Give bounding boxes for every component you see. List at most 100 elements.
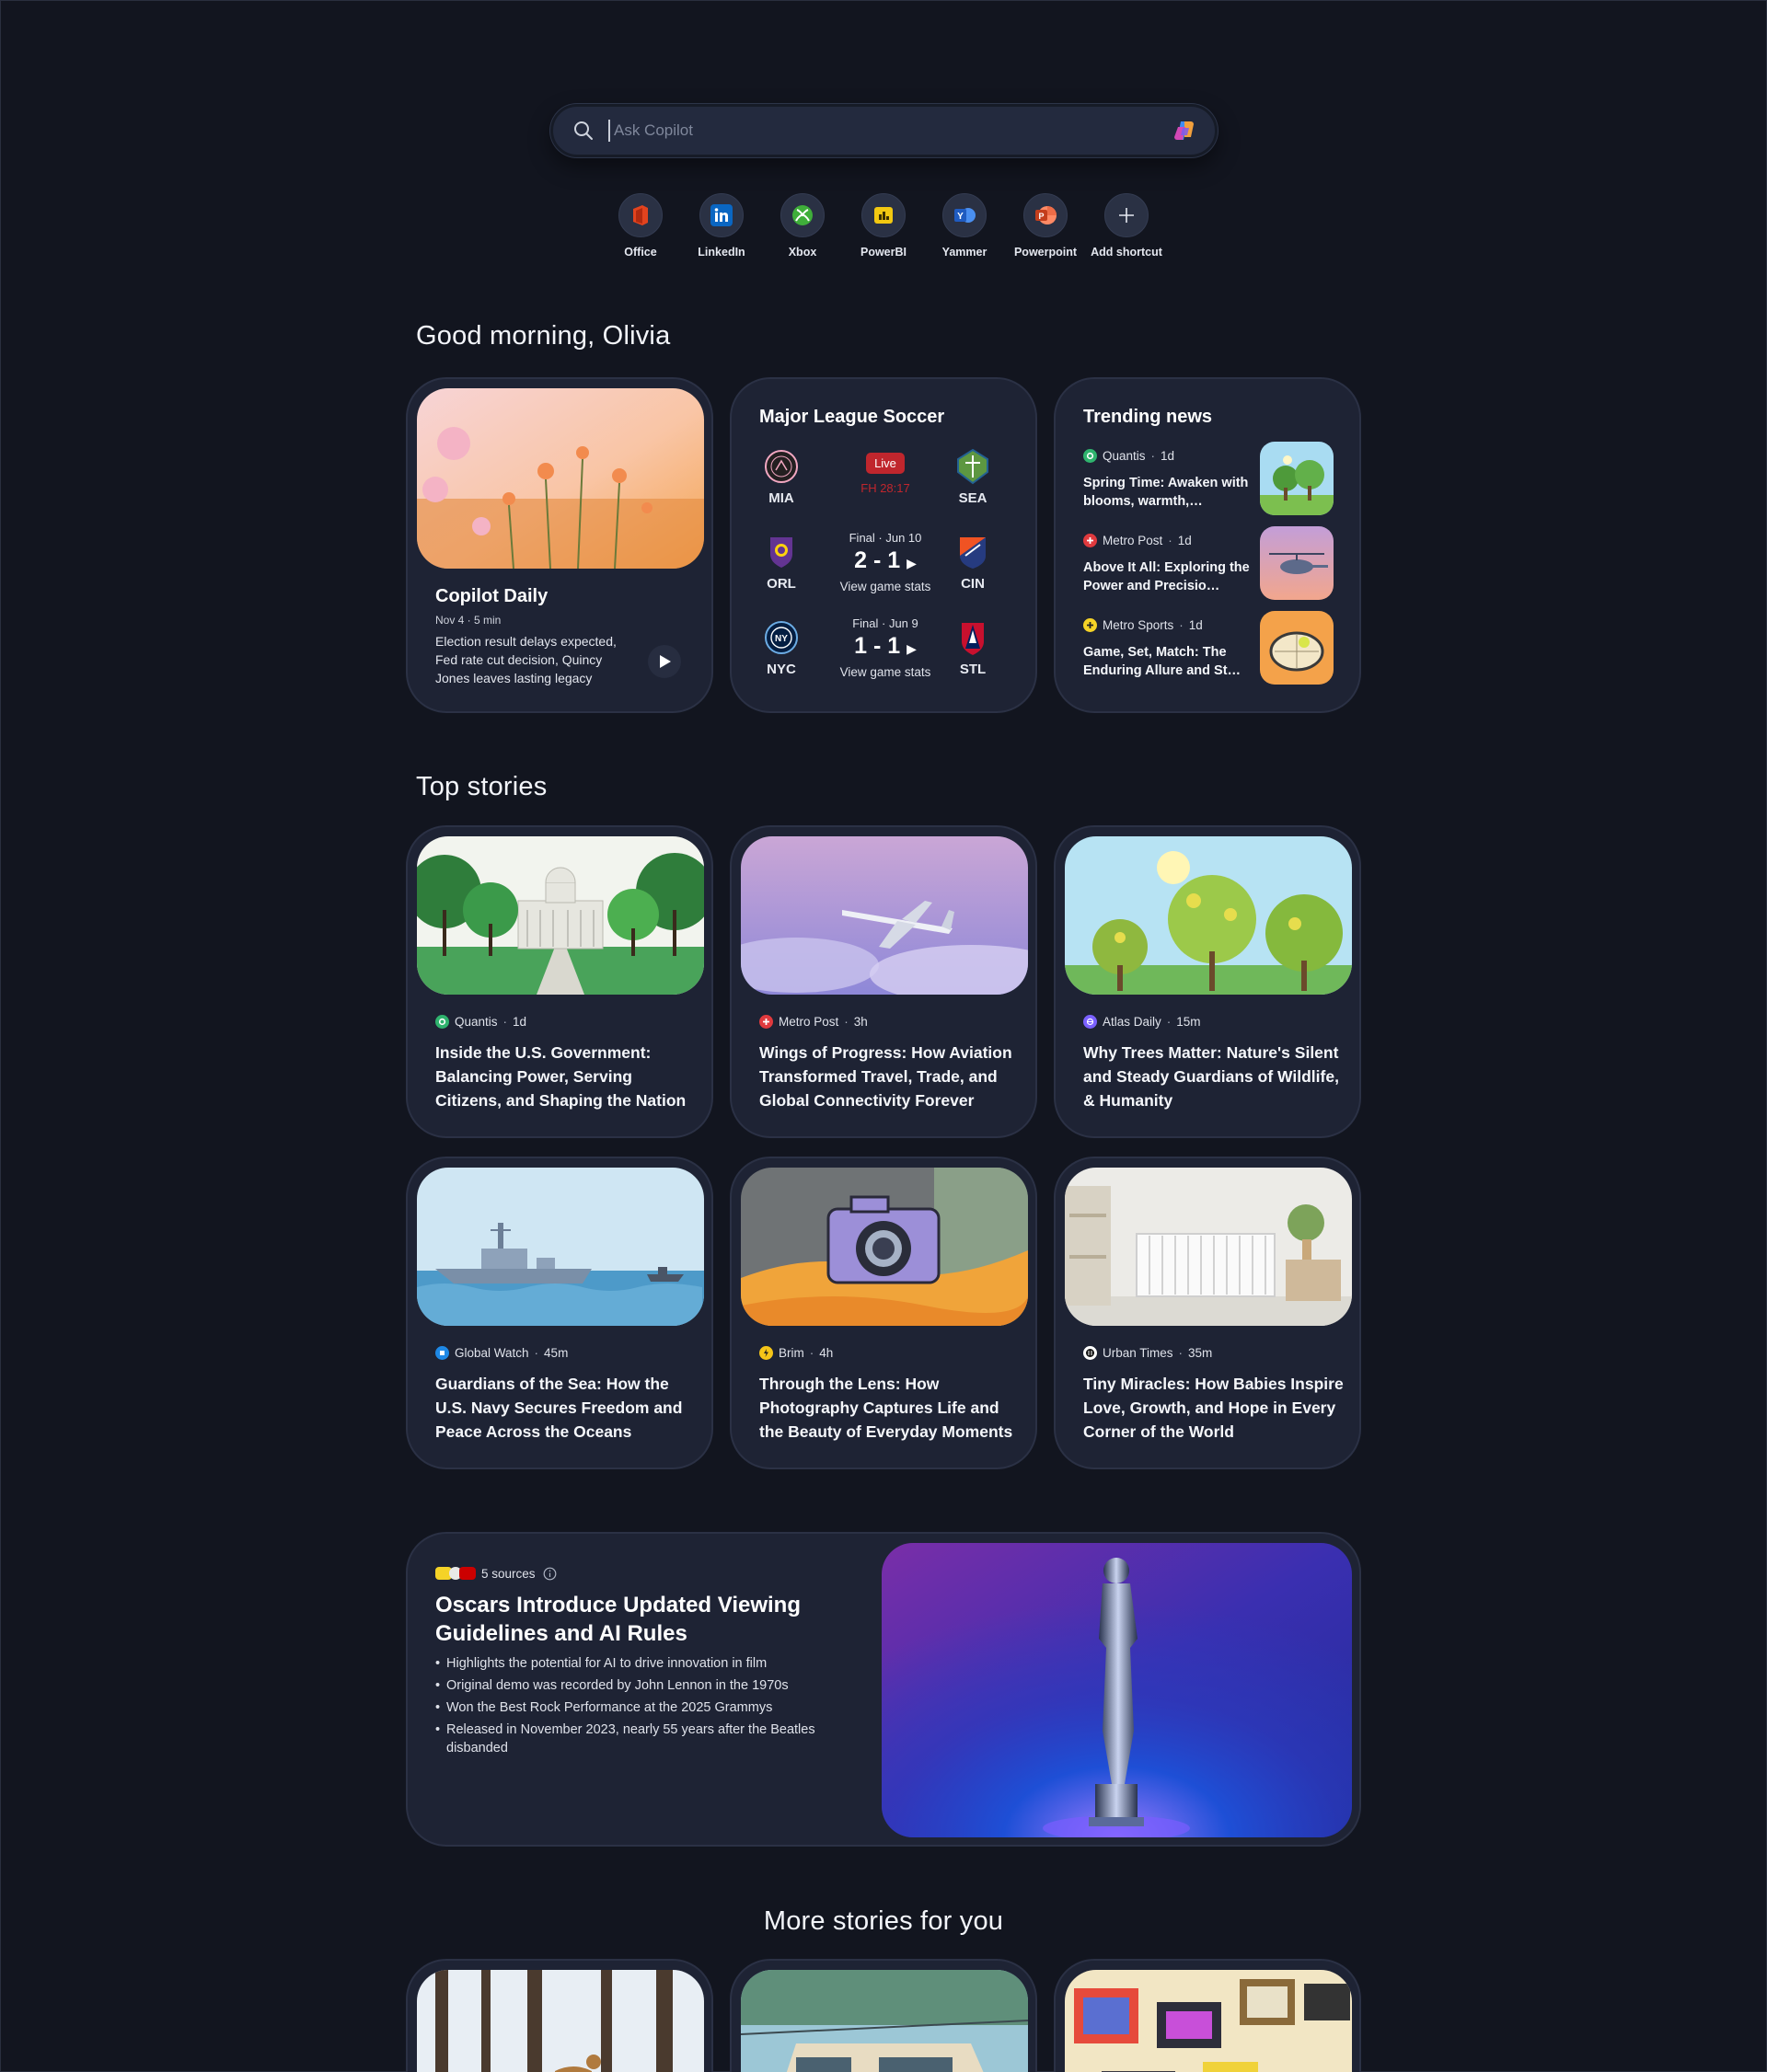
- metro-sports-logo-icon: [1083, 618, 1097, 632]
- info-icon[interactable]: [543, 1567, 557, 1581]
- camera-image: [741, 1168, 1028, 1326]
- metro-post-logo-icon: [1083, 534, 1097, 547]
- svg-text:NY: NY: [775, 634, 788, 644]
- shortcut-add[interactable]: Add shortcut: [1086, 193, 1167, 259]
- team-cin[interactable]: CIN: [945, 534, 1000, 592]
- global-watch-logo-icon: [435, 1346, 449, 1360]
- shortcut-bar: Office LinkedIn Xbox PowerBI Y Yammer P …: [0, 193, 1767, 267]
- team-orl[interactable]: ORL: [754, 534, 809, 592]
- shortcut-office[interactable]: Office: [600, 193, 681, 259]
- copilot-daily-title: Copilot Daily: [435, 586, 549, 606]
- top-stories-heading: Top stories: [416, 772, 548, 801]
- more-stories-heading: More stories for you: [763, 1906, 1004, 1936]
- shortcut-xbox[interactable]: Xbox: [762, 193, 843, 259]
- trees-image: [1065, 836, 1352, 995]
- powerbi-icon: [861, 193, 906, 237]
- trending-news-card[interactable]: Trending news Quantis · 1d Spring Time: Aw…: [1054, 377, 1361, 713]
- quantis-logo-icon: [1083, 449, 1097, 463]
- match-2-result[interactable]: Final · Jun 10 2 - 1 ▶ View game stats: [807, 531, 964, 593]
- search-input[interactable]: [614, 121, 1172, 140]
- more-story-card[interactable]: [1054, 1959, 1361, 2072]
- copilot-icon[interactable]: [1172, 119, 1196, 143]
- team-sea[interactable]: SEA: [945, 448, 1000, 506]
- source-logos-icon: [435, 1566, 478, 1581]
- soccer-card[interactable]: Major League Soccer MIA Live FH 28:17 SE…: [730, 377, 1037, 713]
- helicopter-thumbnail: [1260, 526, 1334, 600]
- more-story-card[interactable]: [406, 1959, 713, 2072]
- copilot-daily-summary: Election result delays expected, Fed rat…: [435, 634, 617, 685]
- soccer-title: Major League Soccer: [759, 407, 945, 427]
- powerpoint-icon: P: [1023, 193, 1068, 237]
- plus-icon: [1104, 193, 1149, 237]
- search-icon: [572, 119, 595, 143]
- urban-times-logo-icon: [1083, 1346, 1097, 1360]
- view-game-stats-link[interactable]: View game stats: [807, 580, 964, 593]
- bullet-item: Highlights the potential for AI to drive…: [435, 1654, 831, 1673]
- nursery-crib-image: [1065, 1168, 1352, 1326]
- more-story-card[interactable]: [730, 1959, 1037, 2072]
- orlando-crest-icon: [763, 534, 800, 570]
- xbox-icon: [780, 193, 825, 237]
- yammer-icon: Y: [942, 193, 987, 237]
- navy-ship-image: [417, 1168, 704, 1326]
- flowers-image: [417, 388, 704, 569]
- view-game-stats-link[interactable]: View game stats: [807, 665, 964, 679]
- story-card[interactable]: Atlas Daily · 15m Why Trees Matter: Nature…: [1054, 825, 1361, 1138]
- feature-title: Oscars Introduce Updated Viewing Guideli…: [435, 1593, 801, 1646]
- brim-logo-icon: [759, 1346, 773, 1360]
- shortcut-linkedin[interactable]: LinkedIn: [681, 193, 762, 259]
- seattle-crest-icon: [954, 448, 991, 485]
- trending-title: Trending news: [1083, 407, 1213, 427]
- shortcut-yammer[interactable]: Y Yammer: [924, 193, 1005, 259]
- oscar-statue-image: [882, 1543, 1352, 1837]
- live-badge: Live: [866, 453, 905, 474]
- score: 1 - 1: [854, 633, 901, 659]
- sources-row[interactable]: 5 sources: [435, 1566, 557, 1581]
- tennis-thumbnail: [1260, 611, 1334, 685]
- bullet-item: Released in November 2023, nearly 55 yea…: [435, 1721, 831, 1757]
- match-1-status[interactable]: Live FH 28:17: [807, 453, 964, 495]
- feature-bullets: Highlights the potential for AI to drive…: [435, 1654, 831, 1761]
- copilot-daily-card[interactable]: Copilot Daily Nov 4 · 5 min Election res…: [406, 377, 713, 713]
- gallery-wall-image: [1065, 1970, 1352, 2072]
- spring-trees-thumbnail: [1260, 442, 1334, 515]
- team-mia[interactable]: MIA: [754, 448, 809, 506]
- match-clock: FH 28:17: [860, 481, 910, 495]
- winter-deer-image: [417, 1970, 704, 2072]
- greeting-heading: Good morning, Olivia: [416, 321, 671, 351]
- shortcut-powerpoint[interactable]: P Powerpoint: [1005, 193, 1086, 259]
- shortcut-powerbi[interactable]: PowerBI: [843, 193, 924, 259]
- st-louis-crest-icon: [954, 619, 991, 656]
- bullet-item: Original demo was recorded by John Lenno…: [435, 1676, 831, 1695]
- metro-post-logo-icon: [759, 1015, 773, 1029]
- feature-story-card[interactable]: 5 sources Oscars Introduce Updated Viewi…: [406, 1532, 1361, 1847]
- svg-text:Y: Y: [957, 212, 964, 222]
- copilot-search-bar[interactable]: [550, 104, 1218, 157]
- cincinnati-crest-icon: [954, 534, 991, 570]
- government-building-image: [417, 836, 704, 995]
- story-card[interactable]: Quantis · 1d Inside the U.S. Government: B…: [406, 825, 713, 1138]
- play-icon: [660, 655, 671, 668]
- play-arrow-icon: ▶: [907, 641, 917, 656]
- quantis-logo-icon: [435, 1015, 449, 1029]
- airplane-image: [741, 836, 1028, 995]
- play-button[interactable]: [648, 645, 681, 678]
- bullet-item: Won the Best Rock Performance at the 202…: [435, 1698, 831, 1717]
- team-stl[interactable]: STL: [945, 619, 1000, 677]
- sources-count: 5 sources: [481, 1566, 536, 1581]
- story-card[interactable]: Urban Times · 35m Tiny Miracles: How Babie…: [1054, 1157, 1361, 1469]
- copilot-daily-meta: Nov 4 · 5 min: [435, 614, 502, 627]
- svg-text:P: P: [1038, 212, 1044, 221]
- office-icon: [618, 193, 663, 237]
- play-arrow-icon: ▶: [907, 556, 917, 570]
- story-card[interactable]: Metro Post · 3h Wings of Progress: How Avi…: [730, 825, 1037, 1138]
- story-card[interactable]: Global Watch · 45m Guardians of the Sea: H…: [406, 1157, 713, 1469]
- story-card[interactable]: Brim · 4h Through the Lens: How Photograph…: [730, 1157, 1037, 1469]
- nycfc-crest-icon: NY: [763, 619, 800, 656]
- team-nyc[interactable]: NY NYC: [754, 619, 809, 677]
- match-3-result[interactable]: Final · Jun 9 1 - 1 ▶ View game stats: [807, 616, 964, 679]
- linkedin-icon: [699, 193, 744, 237]
- score: 2 - 1: [854, 547, 901, 573]
- inter-miami-crest-icon: [763, 448, 800, 485]
- train-image: [741, 1970, 1028, 2072]
